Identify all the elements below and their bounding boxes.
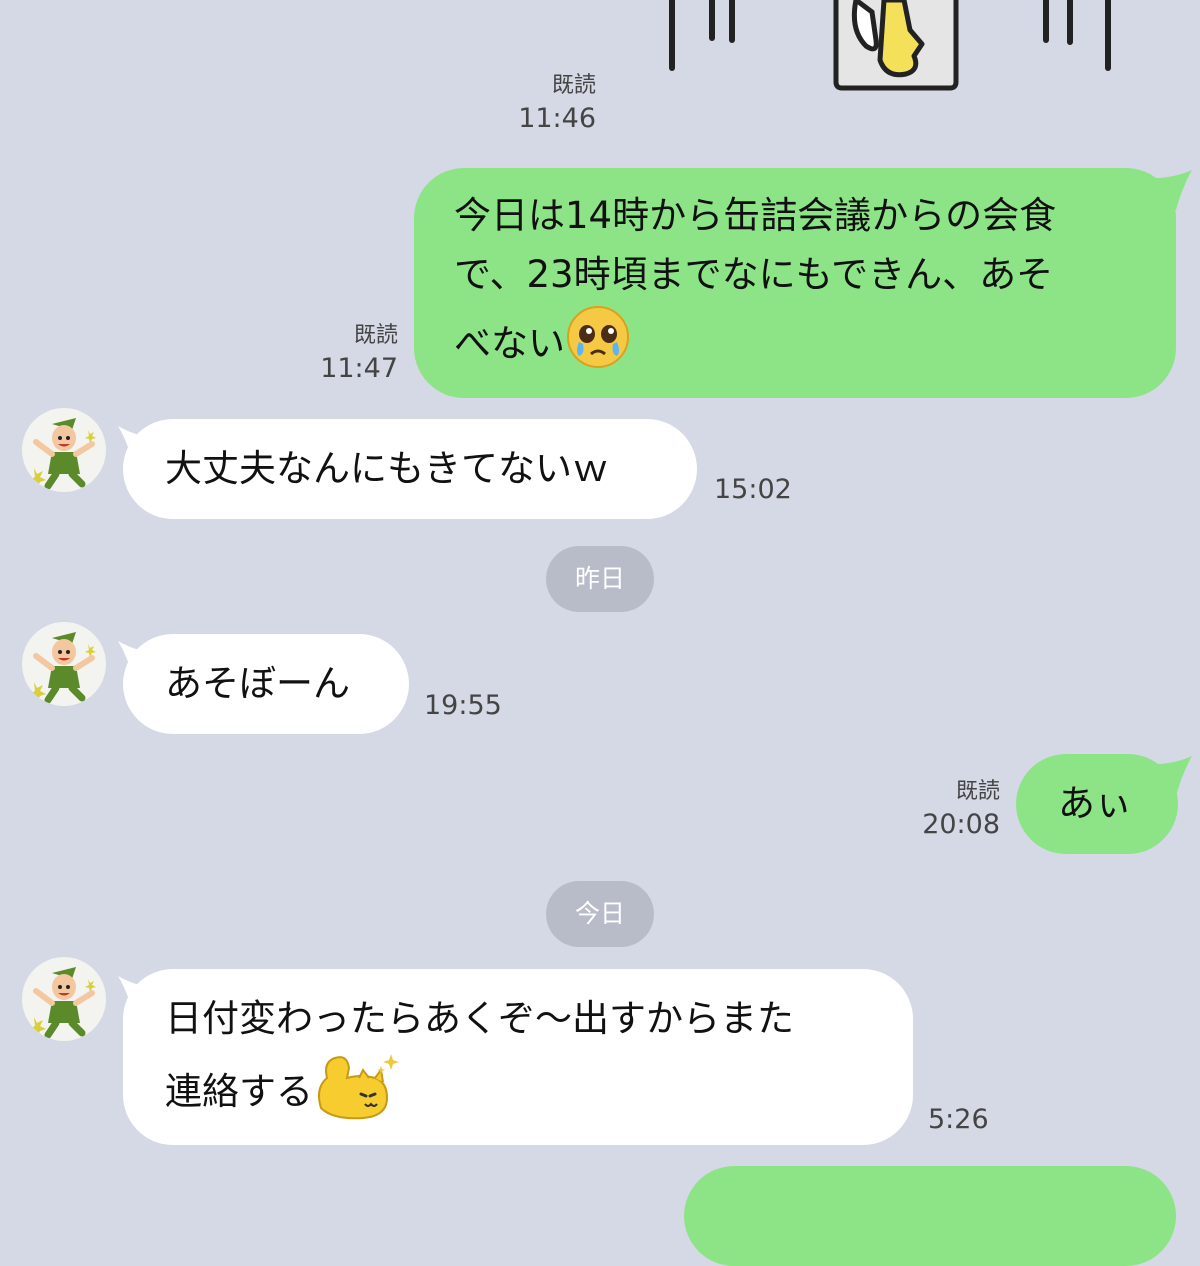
read-receipt: 既読 (551, 73, 596, 98)
message-time: 19:55 (424, 690, 502, 721)
message-text-line: 今日は14時から缶詰会議からの会食 (454, 194, 1057, 237)
flexing-cat-icon (313, 1048, 399, 1139)
message-bubble-outgoing[interactable]: あぃ (1016, 754, 1178, 854)
read-receipt-group: 既読 11:47 (320, 322, 398, 386)
contact-avatar[interactable] (22, 957, 106, 1041)
date-separator-today: 今日 (546, 881, 654, 947)
message-text-line: 連絡する (165, 1070, 313, 1113)
message-text: あそぼーん (165, 662, 350, 705)
message-text-line: べない (454, 322, 565, 365)
message-bubble-incoming[interactable]: 日付変わったらあくぞ〜出すからまた 連絡する (123, 969, 913, 1145)
contact-avatar[interactable] (22, 622, 106, 706)
message-time: 15:02 (714, 474, 792, 505)
read-receipt-group: 既読 11:46 (518, 72, 596, 136)
peter-pan-avatar-image (29, 632, 96, 704)
peter-pan-avatar-image (29, 418, 96, 490)
date-separator-yesterday: 昨日 (546, 546, 654, 612)
message-bubble-incoming[interactable]: 大丈夫なんにもきてないｗ (123, 419, 697, 519)
message-time: 20:08 (922, 808, 1000, 840)
message-text-line: 日付変わったらあくぞ〜出すからまた (165, 997, 794, 1040)
message-text: 大丈夫なんにもきてないｗ (165, 447, 609, 490)
message-time: 11:46 (518, 102, 596, 134)
message-bubble-outgoing[interactable]: 今日は14時から缶詰会議からの会食 で、23時頃までなにもできん、あそ べない (414, 168, 1176, 398)
contact-avatar[interactable] (22, 408, 106, 492)
peter-pan-avatar-image (29, 967, 96, 1039)
read-receipt: 既読 (955, 779, 1000, 804)
message-time: 11:47 (320, 352, 398, 384)
message-time: 5:26 (928, 1104, 989, 1135)
sticker-message[interactable] (660, 0, 1120, 95)
read-receipt: 既読 (353, 323, 398, 348)
message-text: あぃ (1058, 782, 1132, 825)
crying-face-icon (565, 304, 631, 387)
message-bubble-incoming[interactable]: あそぼーん (123, 634, 409, 734)
read-receipt-group: 既読 20:08 (922, 778, 1000, 842)
sticker-character-image (669, 0, 1111, 91)
message-text-line: で、23時頃までなにもできん、あそ (454, 253, 1054, 296)
message-bubble-outgoing-partial[interactable] (684, 1166, 1176, 1266)
